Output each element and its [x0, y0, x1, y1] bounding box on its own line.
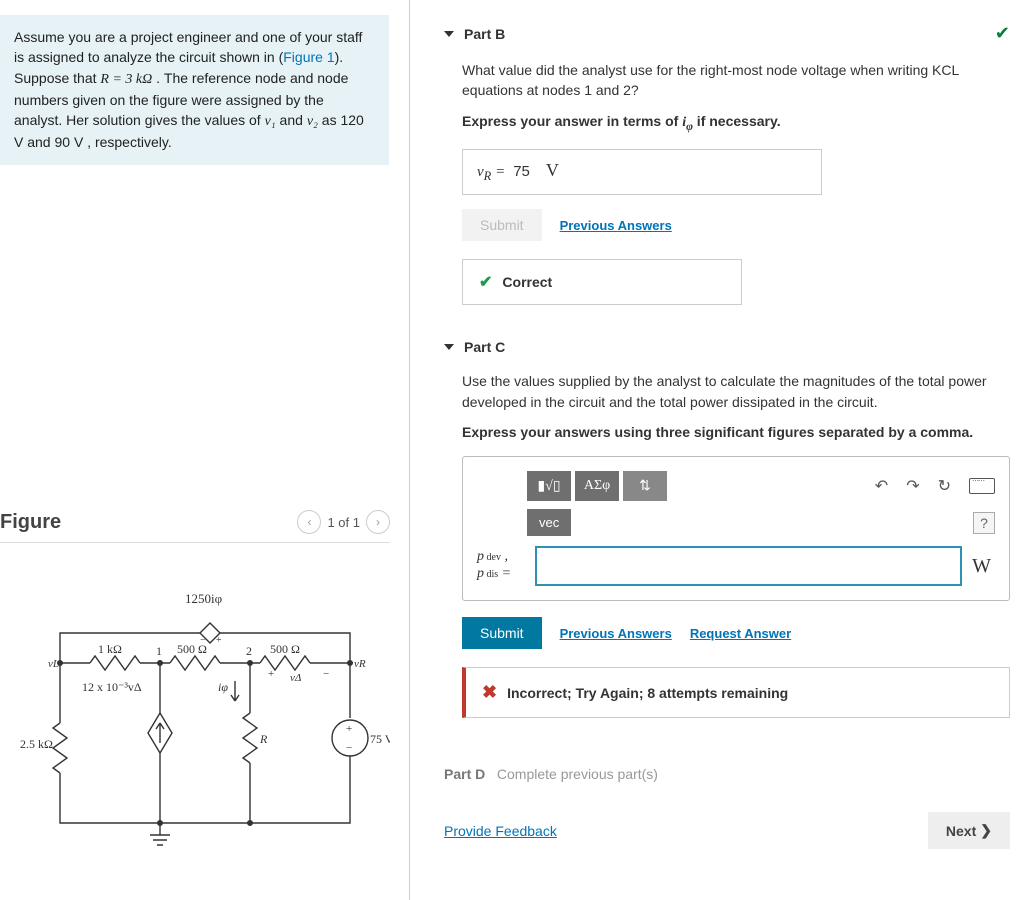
chevron-right-icon: ❯ [980, 822, 992, 839]
templates-button[interactable]: ▮√▯ [527, 471, 571, 501]
label-top-source: 1250iφ [185, 591, 222, 606]
label-vR: vR [354, 658, 366, 670]
answer-unit: W [968, 555, 995, 578]
part-b-instruction: Express your answer in terms of iφ if ne… [462, 111, 1010, 136]
part-d-row: Part D Complete previous part(s) [444, 766, 1014, 782]
label-r2: 500 Ω [177, 642, 207, 656]
pager-prev-button[interactable]: ‹ [297, 510, 321, 534]
part-d-msg: Complete previous part(s) [497, 766, 658, 782]
x-icon: ✖ [482, 682, 497, 703]
part-b-answer-box: vR = 75 V [462, 149, 822, 195]
collapse-icon [444, 31, 454, 37]
label-r1: 1 kΩ [98, 642, 122, 656]
incorrect-feedback: ✖ Incorrect; Try Again; 8 attempts remai… [462, 667, 1010, 718]
label-r3: 500 Ω [270, 642, 300, 656]
vec-button[interactable]: vec [527, 509, 571, 536]
next-label: Next [946, 823, 976, 839]
R-equation: R = 3 kΩ [100, 72, 152, 87]
incorrect-text: Incorrect; Try Again; 8 attempts remaini… [507, 685, 788, 701]
part-c-header[interactable]: Part C [440, 331, 1014, 363]
part-b-title: Part B [464, 26, 505, 42]
problem-and: and [276, 112, 307, 128]
help-button[interactable]: ? [973, 512, 995, 534]
part-b-header[interactable]: Part B ✔ [440, 15, 1014, 52]
svg-text:+: + [216, 635, 222, 646]
keyboard-icon[interactable] [969, 478, 995, 494]
v1-symbol: v₁ [265, 114, 276, 129]
part-c-question: Use the values supplied by the analyst t… [462, 371, 1010, 412]
part-d-title: Part D [444, 766, 485, 782]
previous-answers-link-c[interactable]: Previous Answers [560, 626, 672, 641]
reset-button[interactable]: ↻ [938, 476, 951, 496]
check-icon: ✔ [995, 23, 1010, 44]
ans-prefix: vR = [477, 164, 505, 184]
ans-unit: V [546, 160, 559, 181]
part-c-instruction: Express your answers using three signifi… [462, 422, 1010, 442]
label-vdelta-plus: + [268, 668, 274, 680]
answer-entry-box: ▮√▯ ΑΣφ ⇅ ↶ ↷ ↻ vec ? [462, 456, 1010, 601]
figure-pager: ‹ 1 of 1 › [297, 510, 390, 534]
pager-count: 1 of 1 [327, 515, 360, 530]
svg-text:−: − [346, 742, 352, 754]
check-icon: ✔ [479, 272, 492, 292]
redo-button[interactable]: ↷ [906, 476, 919, 496]
submit-button-b[interactable]: Submit [462, 209, 542, 241]
label-vdelta-minus: − [323, 668, 329, 680]
v2-symbol: v₂ [307, 114, 318, 129]
figure-heading: Figure [0, 511, 61, 534]
problem-statement: Assume you are a project engineer and on… [0, 15, 389, 165]
submit-button-c[interactable]: Submit [462, 617, 542, 649]
correct-text: Correct [502, 274, 552, 290]
answer-input[interactable] [535, 546, 962, 586]
label-75V: 75 V [370, 732, 390, 746]
label-node1: 1 [156, 644, 162, 658]
circuit-diagram: − + [0, 543, 390, 856]
part-c-title: Part C [464, 339, 505, 355]
correct-feedback: ✔ Correct [462, 259, 742, 305]
part-b-question: What value did the analyst use for the r… [462, 60, 1010, 101]
arrows-button[interactable]: ⇅ [623, 471, 667, 501]
request-answer-link[interactable]: Request Answer [690, 626, 791, 641]
collapse-icon [444, 344, 454, 350]
label-dep-src: 12 x 10⁻³vΔ [82, 680, 142, 694]
pager-next-button[interactable]: › [366, 510, 390, 534]
label-vdelta: vΔ [290, 672, 301, 684]
label-R: R [259, 732, 268, 746]
figure-link[interactable]: Figure 1 [283, 49, 334, 65]
ans-value: 75 [513, 163, 530, 180]
provide-feedback-link[interactable]: Provide Feedback [444, 823, 557, 839]
undo-button[interactable]: ↶ [875, 476, 888, 496]
next-button[interactable]: Next ❯ [928, 812, 1010, 849]
previous-answers-link-b[interactable]: Previous Answers [560, 218, 672, 233]
svg-text:+: + [346, 723, 352, 735]
label-2p5k: 2.5 kΩ [20, 737, 53, 751]
greek-button[interactable]: ΑΣφ [575, 471, 619, 501]
answer-label: p dev , p dis = [477, 549, 529, 583]
label-iphi: iφ [218, 680, 228, 694]
label-vL: vL [48, 658, 59, 670]
label-node2: 2 [246, 644, 252, 658]
